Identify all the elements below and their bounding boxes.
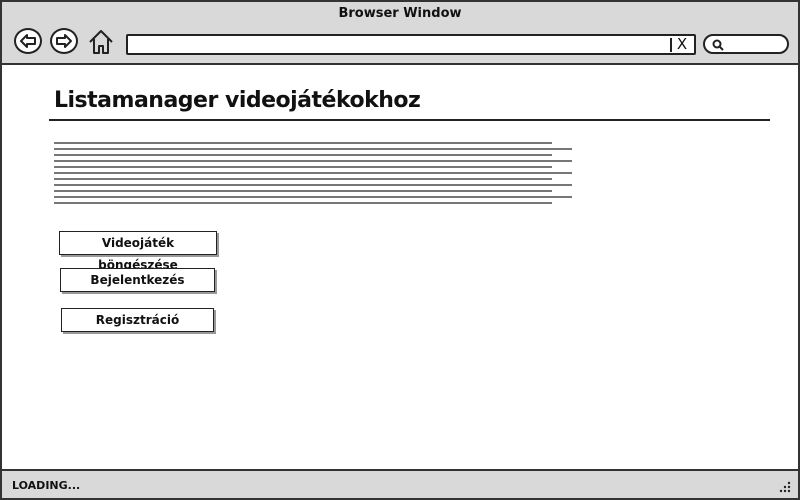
address-bar[interactable]: X xyxy=(126,34,696,55)
text-line xyxy=(54,196,572,198)
text-line xyxy=(54,178,552,180)
forward-button[interactable] xyxy=(50,28,78,54)
text-line xyxy=(54,142,552,144)
login-button[interactable]: Bejelentkezés xyxy=(60,268,215,292)
browse-games-button[interactable]: Videojáték böngészése xyxy=(59,231,217,272)
text-line xyxy=(54,202,552,204)
back-button[interactable] xyxy=(14,28,42,54)
window-title: Browser Window xyxy=(338,6,462,21)
text-line xyxy=(54,160,572,162)
browser-chrome: Browser Window X xyxy=(2,2,798,65)
resize-grip-icon[interactable] xyxy=(778,480,792,499)
close-icon: X xyxy=(676,35,688,53)
browser-window: Browser Window X Listamanager videojáték… xyxy=(0,0,800,500)
text-line xyxy=(54,184,572,186)
text-line xyxy=(54,190,552,192)
register-button[interactable]: Regisztráció xyxy=(61,308,214,332)
status-bar: LOADING... xyxy=(2,469,798,498)
search-field[interactable] xyxy=(703,34,789,54)
text-line xyxy=(54,172,572,174)
title-divider xyxy=(49,119,770,121)
home-button[interactable] xyxy=(88,28,114,56)
clear-address-button[interactable]: X xyxy=(670,35,692,53)
text-line xyxy=(54,154,552,156)
text-line xyxy=(54,148,572,150)
page-title: Listamanager videojátékokhoz xyxy=(54,88,421,113)
text-line xyxy=(54,166,552,168)
status-text: LOADING... xyxy=(12,479,81,492)
